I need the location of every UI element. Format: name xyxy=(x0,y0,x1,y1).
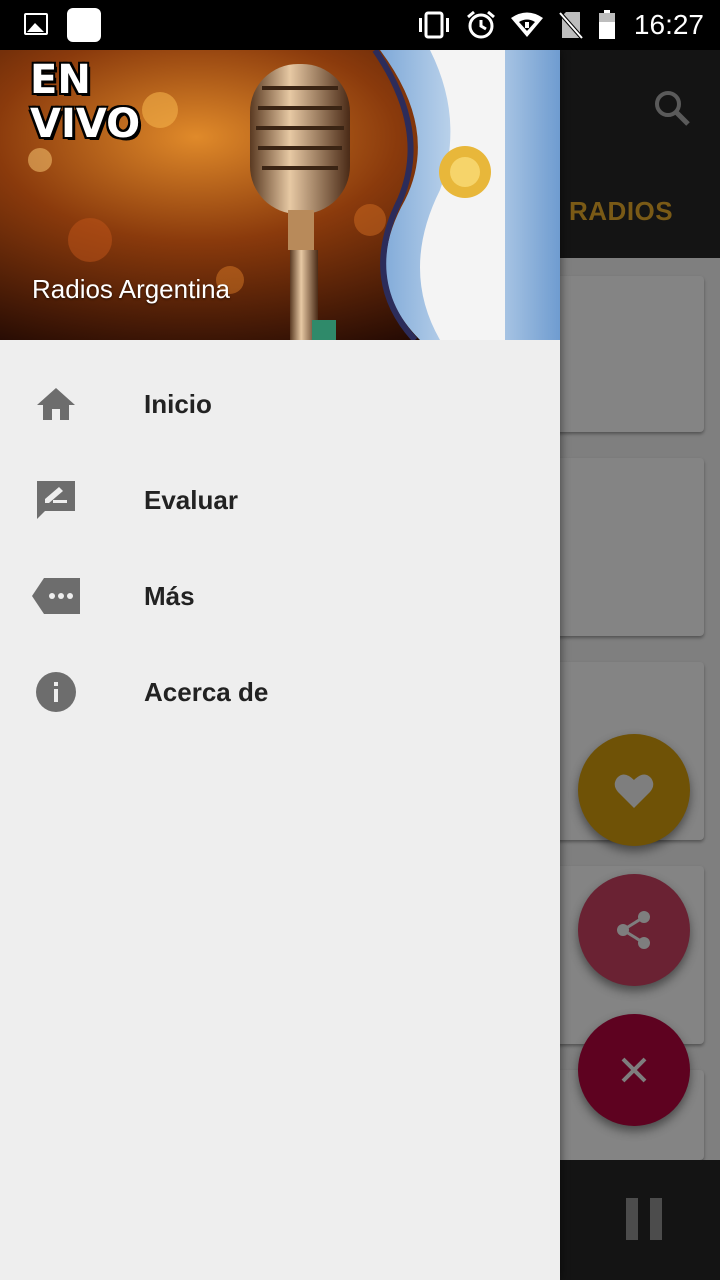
rate-review-icon xyxy=(32,478,80,522)
menu-label: Inicio xyxy=(144,388,212,419)
share-button[interactable] xyxy=(578,874,690,986)
search-icon[interactable] xyxy=(652,88,692,128)
clock: 16:27 xyxy=(633,9,704,40)
image-icon xyxy=(24,13,48,35)
alarm-icon xyxy=(466,10,495,39)
heart-icon xyxy=(614,774,654,808)
close-icon xyxy=(621,1057,647,1083)
menu-label: Más xyxy=(144,580,195,611)
radio-card[interactable] xyxy=(540,458,704,636)
app-icon xyxy=(67,8,101,42)
menu-item-inicio[interactable]: Inicio xyxy=(0,356,560,452)
navigation-drawer: EN VIVO Radios Argentina Inicio Evaluar … xyxy=(0,50,560,1280)
status-icons: 16:27 xyxy=(416,0,704,50)
menu-item-evaluar[interactable]: Evaluar xyxy=(0,452,560,548)
more-icon xyxy=(32,574,80,618)
vibrate-icon xyxy=(418,11,449,39)
drawer-menu: Inicio Evaluar Más Acerca de xyxy=(0,356,560,740)
radio-card[interactable] xyxy=(540,276,704,432)
menu-label: Evaluar xyxy=(144,484,238,515)
close-button[interactable] xyxy=(578,1014,690,1126)
menu-item-mas[interactable]: Más xyxy=(0,548,560,644)
battery-icon xyxy=(598,10,615,39)
info-icon xyxy=(32,670,80,714)
menu-item-acerca-de[interactable]: Acerca de xyxy=(0,644,560,740)
live-badge: EN VIVO xyxy=(30,57,141,147)
share-icon xyxy=(617,911,650,949)
favorite-button[interactable] xyxy=(578,734,690,846)
drawer-title: Radios Argentina xyxy=(32,274,231,304)
menu-label: Acerca de xyxy=(144,676,269,707)
status-bar: 16:27 xyxy=(0,0,720,50)
home-icon xyxy=(32,382,80,426)
wifi-icon xyxy=(510,12,543,37)
tab-radios[interactable]: RADIOS xyxy=(569,196,673,227)
no-sim-icon xyxy=(558,11,584,40)
drawer-header: EN VIVO Radios Argentina xyxy=(0,50,560,340)
